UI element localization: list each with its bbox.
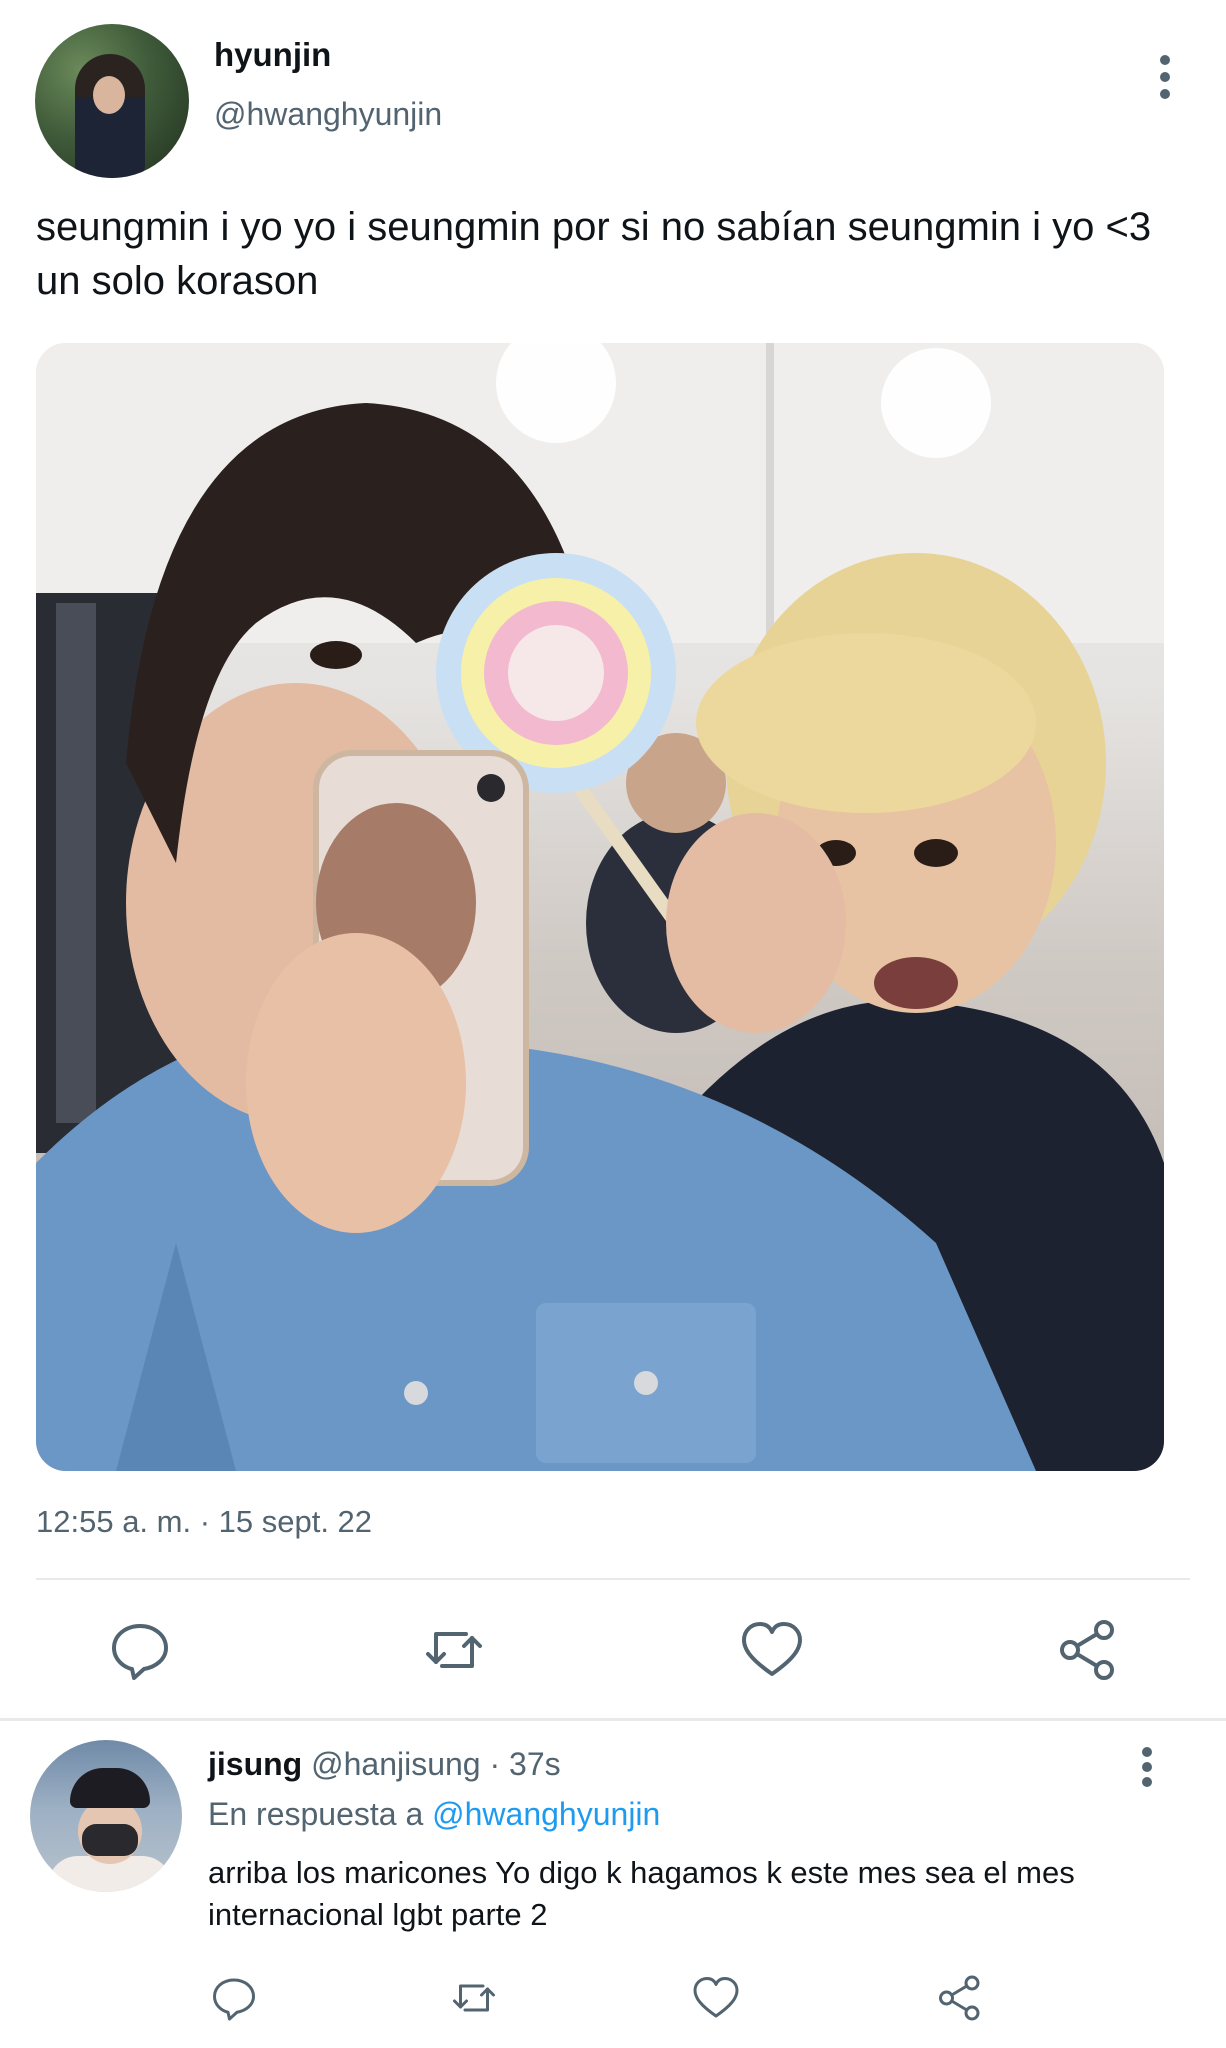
tweet-text: seungmin i yo yo i seungmin por si no sa… [36,205,1152,303]
retweet-icon[interactable] [422,1618,486,1682]
author-avatar[interactable] [35,24,189,178]
reply-author-avatar[interactable] [30,1740,182,1892]
share-icon[interactable] [1056,1618,1120,1682]
avatar-figure [75,54,145,178]
retweet-icon[interactable] [450,1974,498,2022]
more-vertical-icon[interactable] [1132,1744,1162,1790]
avatar-hat [70,1768,150,1808]
reply-to-prefix: En respuesta a [208,1796,424,1832]
reply-handle[interactable]: @hanjisung [311,1746,480,1782]
reply-icon[interactable] [210,1974,258,2022]
avatar-face [93,76,125,114]
like-icon[interactable] [692,1974,740,2022]
reply-display-name[interactable]: jisung [208,1746,302,1782]
tweet-photo[interactable] [36,343,1164,1471]
reply-to-link[interactable]: @hwanghyunjin [432,1796,660,1832]
reply-icon[interactable] [108,1618,172,1682]
reply-text: arriba los maricones Yo digo k hagamos k… [208,1855,1075,1932]
avatar-mask [82,1824,138,1856]
section-separator [0,1718,1226,1721]
share-icon[interactable] [936,1974,984,2022]
reply-to-line: En respuesta a @hwanghyunjin [208,1796,660,1833]
reply-header: jisung @hanjisung · 37s [208,1746,561,1783]
more-vertical-icon[interactable] [1150,52,1180,102]
author-display-name[interactable]: hyunjin [214,36,331,74]
like-icon[interactable] [740,1618,804,1682]
reply-time[interactable]: · 37s [489,1746,560,1782]
tweet-timestamp[interactable]: 12:55 a. m. · 15 sept. 22 [36,1504,372,1540]
divider [36,1578,1190,1580]
author-handle[interactable]: @hwanghyunjin [214,96,442,133]
